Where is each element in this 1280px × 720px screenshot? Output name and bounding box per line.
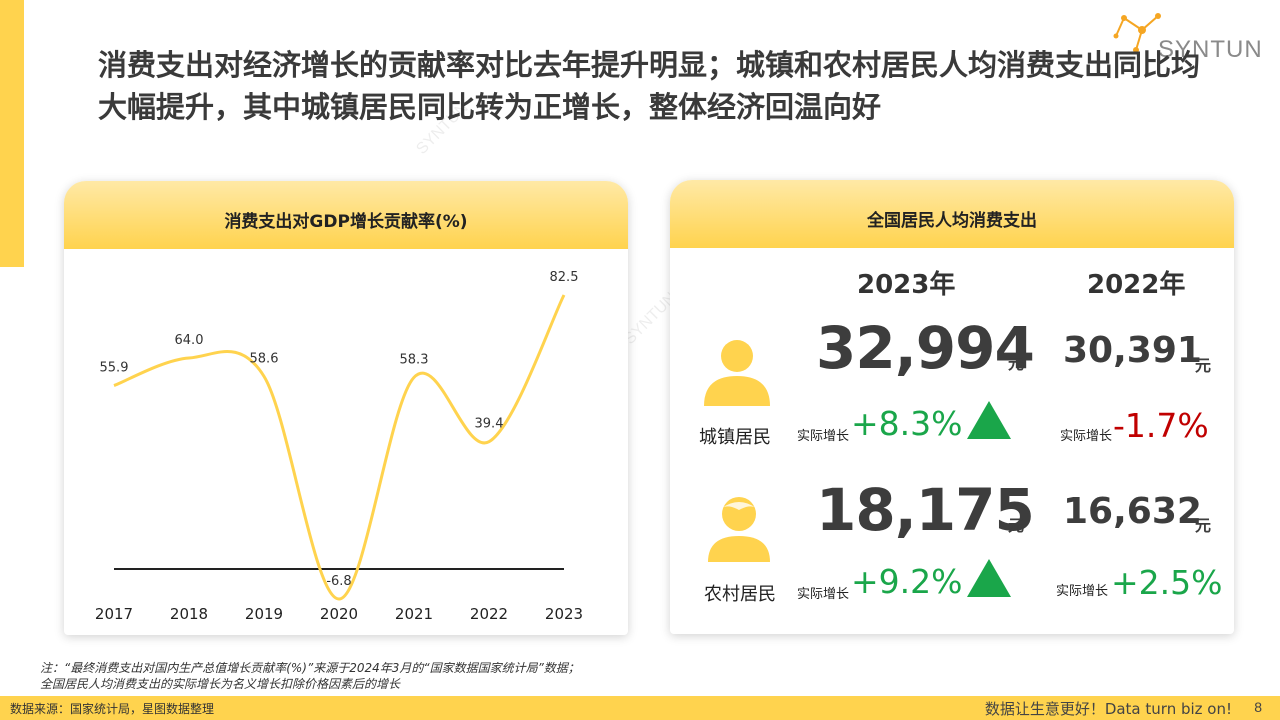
rural-2023-value: 18,175 xyxy=(816,476,1035,544)
urban-2022-growth: -1.7% xyxy=(1113,406,1209,445)
footnote-line-1: 注：“最终消费支出对国内生产总值增长贡献率(%)”来源于2024年3月的“国家数… xyxy=(40,661,580,675)
x-tick-label: 2019 xyxy=(245,605,283,623)
rural-2022-unit: 元 xyxy=(1195,516,1212,535)
rural-2023-growth-label: 实际增长 xyxy=(797,587,850,602)
x-tick-label: 2018 xyxy=(170,605,208,623)
data-label: 55.9 xyxy=(100,361,129,376)
urban-2023-unit: 元 xyxy=(1008,354,1025,373)
x-tick-label: 2020 xyxy=(320,605,358,623)
rural-2022-growth: +2.5% xyxy=(1111,563,1223,602)
footer-bar: 数据来源：国家统计局，星图数据整理 数据让生意更好！Data turn biz … xyxy=(0,696,1280,720)
urban-resident-label: 城镇居民 xyxy=(699,427,771,448)
consumption-spending-card-title: 全国居民人均消费支出 xyxy=(670,180,1234,248)
rural-resident-icon xyxy=(708,497,770,562)
urban-2022-value: 30,391 xyxy=(1063,330,1202,371)
gdp-contribution-line-chart: 55.9 64.0 58.6 -6.8 58.3 39.4 82.5 2017 2018 2019… xyxy=(95,270,583,623)
page-number: 8 xyxy=(1254,699,1262,715)
footer-slogan: 数据让生意更好！Data turn biz on! xyxy=(984,700,1232,718)
urban-2023-value: 32,994 xyxy=(816,314,1035,382)
up-triangle-icon xyxy=(967,401,1011,439)
up-triangle-icon xyxy=(967,559,1011,597)
x-tick-label: 2022 xyxy=(470,605,508,623)
year-2023-header: 2023年 xyxy=(857,270,956,300)
gdp-contribution-card: 消费支出对GDP增长贡献率(%) 55.9 64.0 58.6 -6.8 58.3 39.… xyxy=(64,181,628,635)
x-tick-label: 2021 xyxy=(395,605,433,623)
rural-2023-unit: 元 xyxy=(1008,516,1025,535)
data-label: -6.8 xyxy=(326,574,351,589)
rural-2022-growth-label: 实际增长 xyxy=(1056,584,1109,599)
rural-2022-value: 16,632 xyxy=(1063,491,1202,532)
left-accent-bar xyxy=(0,0,24,267)
urban-2022-unit: 元 xyxy=(1195,356,1212,375)
data-source: 数据来源：国家统计局，星图数据整理 xyxy=(10,702,215,716)
gdp-contribution-card-title: 消费支出对GDP增长贡献率(%) xyxy=(64,181,628,249)
footnote: 注：“最终消费支出对国内生产总值增长贡献率(%)”来源于2024年3月的“国家数… xyxy=(40,660,580,692)
year-2022-header: 2022年 xyxy=(1087,270,1186,300)
x-tick-label: 2023 xyxy=(545,605,583,623)
page-title: 消费支出对经济增长的贡献率对比去年提升明显；城镇和农村居民人均消费支出同比均大幅… xyxy=(98,48,1201,124)
urban-2023-growth: +8.3% xyxy=(851,404,963,443)
x-tick-label: 2017 xyxy=(95,605,133,623)
urban-resident-icon xyxy=(704,340,770,406)
urban-2023-growth-label: 实际增长 xyxy=(797,429,850,444)
footnote-line-2: 全国居民人均消费支出的实际增长为名义增长扣除价格因素后的增长 xyxy=(40,677,401,691)
urban-2022-growth-label: 实际增长 xyxy=(1060,429,1113,444)
data-label: 82.5 xyxy=(550,270,579,285)
data-label: 58.6 xyxy=(250,351,279,366)
rural-2023-growth: +9.2% xyxy=(851,562,963,601)
data-label: 58.3 xyxy=(400,352,429,367)
consumption-spending-card: 全国居民人均消费支出 2023年 2022年 城镇居民 32,994 元 30,… xyxy=(670,180,1234,634)
data-label: 39.4 xyxy=(475,417,504,432)
data-label: 64.0 xyxy=(175,333,204,348)
rural-resident-label: 农村居民 xyxy=(704,584,776,605)
